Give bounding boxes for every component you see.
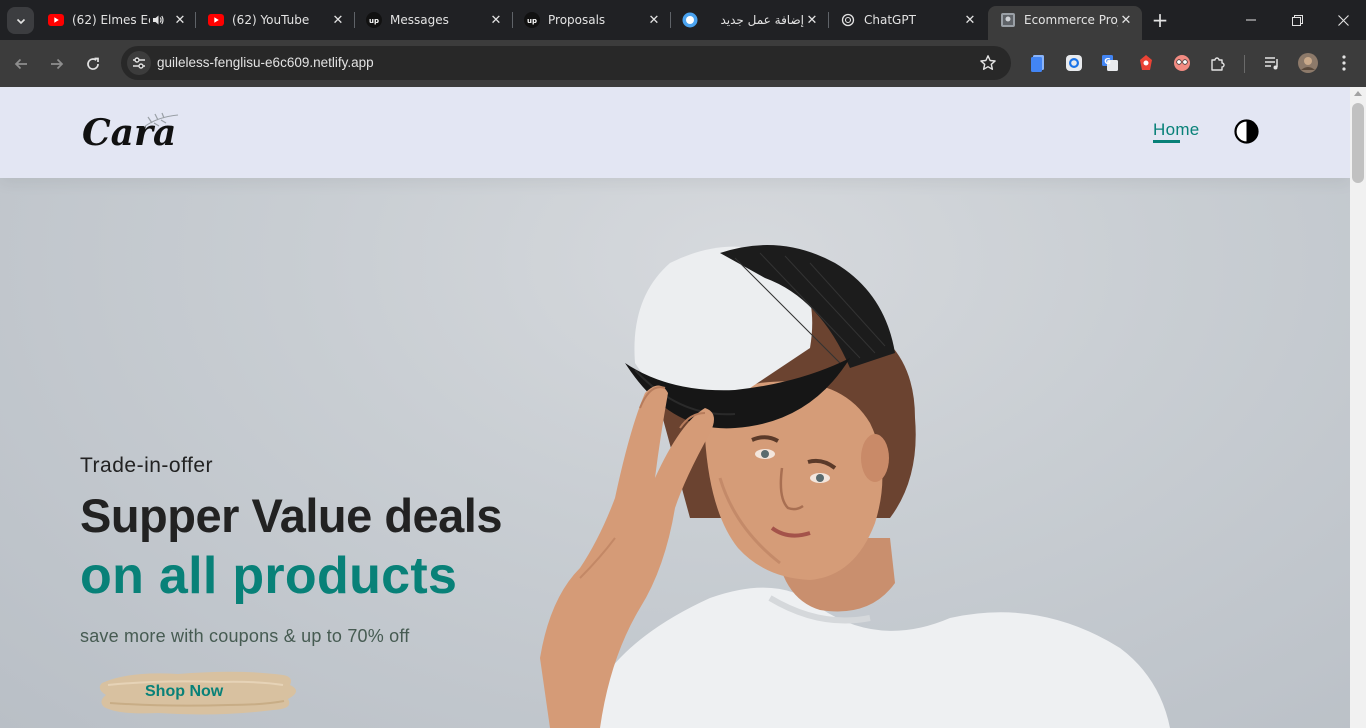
tab-ecommerce-active[interactable]: Ecommerce Proj ✕: [988, 6, 1142, 40]
shop-now-label: Shop Now: [145, 683, 224, 700]
forward-button[interactable]: [44, 51, 70, 77]
arrow-right-icon: [51, 58, 64, 70]
speaker-icon[interactable]: [150, 13, 166, 27]
url-text[interactable]: guileless-fenglisu-e6c609.netlify.app: [157, 46, 374, 80]
tab-search-button[interactable]: [7, 7, 34, 34]
scroll-up-arrow-icon[interactable]: [1354, 91, 1362, 96]
menu-kebab-icon[interactable]: [1334, 53, 1354, 73]
close-tab-icon[interactable]: ✕: [646, 12, 662, 28]
tab-youtube-elmes[interactable]: (62) Elmes Ec ✕: [36, 6, 196, 34]
tab-title: Messages: [390, 13, 449, 27]
restore-button[interactable]: [1274, 8, 1320, 32]
hero-eyebrow: Trade-in-offer: [80, 454, 214, 477]
extensions-puzzle-icon[interactable]: [1208, 53, 1228, 73]
tune-icon: [133, 57, 145, 69]
restore-icon: [1291, 14, 1303, 26]
arrow-left-icon: [14, 58, 27, 70]
extension-camera-icon[interactable]: [1064, 53, 1084, 73]
site-info-button[interactable]: [127, 51, 151, 75]
close-tab-icon[interactable]: ✕: [962, 12, 978, 28]
close-tab-icon[interactable]: ✕: [488, 12, 504, 28]
hero-model-image: [540, 245, 1170, 728]
chatgpt-icon: [840, 12, 856, 28]
svg-text:G: G: [1104, 57, 1111, 66]
youtube-icon: [208, 12, 224, 28]
tab-title: Ecommerce Proj: [1024, 13, 1118, 27]
extension-mask-icon[interactable]: [1172, 53, 1192, 73]
extension-translate-icon[interactable]: G: [1100, 53, 1120, 73]
new-tab-button[interactable]: +: [1150, 10, 1170, 30]
tab-title: (62) YouTube: [232, 13, 310, 27]
hero-headline-accent: on all products: [80, 547, 458, 605]
upwork-icon: up: [366, 12, 382, 28]
circle-icon: [682, 12, 698, 28]
svg-text:up: up: [527, 17, 537, 25]
close-tab-icon[interactable]: ✕: [1118, 12, 1134, 28]
nav-active-indicator: [1153, 140, 1180, 143]
svg-text:up: up: [369, 17, 379, 25]
profile-avatar[interactable]: [1298, 53, 1318, 73]
media-controls-icon[interactable]: [1262, 53, 1282, 73]
page-scrollbar[interactable]: [1350, 87, 1366, 728]
reload-icon: [87, 57, 99, 70]
tab-proposals[interactable]: up Proposals ✕: [512, 6, 670, 34]
close-tab-icon[interactable]: ✕: [330, 12, 346, 28]
tab-title: (62) Elmes Ec: [72, 13, 150, 27]
theme-toggle-icon[interactable]: [1234, 119, 1259, 144]
bookmark-star-icon[interactable]: [979, 54, 997, 72]
chevron-down-icon: [16, 18, 25, 24]
toolbar-divider: [1244, 55, 1245, 73]
minimize-button[interactable]: [1228, 8, 1274, 32]
page-viewport: Cara Home Trade-in-offer Supper Value de…: [0, 87, 1350, 728]
nav-home-link[interactable]: Home: [1153, 120, 1200, 140]
hero-section: Trade-in-offer Supper Value deals on all…: [0, 178, 1350, 728]
scroll-thumb[interactable]: [1352, 103, 1364, 183]
close-tab-icon[interactable]: ✕: [172, 12, 188, 28]
tab-youtube[interactable]: (62) YouTube ✕: [196, 6, 354, 34]
youtube-icon: [48, 12, 64, 28]
back-button[interactable]: [8, 51, 34, 77]
close-window-button[interactable]: [1320, 8, 1366, 32]
tab-add-work[interactable]: إضافة عمل جديد ✕: [670, 6, 828, 34]
tab-title: ChatGPT: [864, 13, 916, 27]
page-icon: [1000, 12, 1016, 28]
cara-logo[interactable]: Cara: [82, 105, 182, 161]
site-header: Cara Home: [0, 87, 1350, 178]
tab-strip: (62) Elmes Ec ✕ (62) YouTube ✕ up Messag…: [0, 0, 1366, 40]
reload-button[interactable]: [80, 51, 106, 77]
hero-headline: Supper Value deals: [80, 489, 503, 542]
upwork-icon: up: [524, 12, 540, 28]
address-bar[interactable]: guileless-fenglisu-e6c609.netlify.app: [121, 46, 1011, 80]
tab-chatgpt[interactable]: ChatGPT ✕: [828, 6, 986, 34]
tab-messages[interactable]: up Messages ✕: [354, 6, 512, 34]
tab-title: Proposals: [548, 13, 606, 27]
minimize-icon: [1246, 19, 1256, 21]
close-icon: [1337, 14, 1349, 26]
shop-now-button[interactable]: Shop Now: [98, 665, 308, 721]
extension-red-icon[interactable]: [1136, 53, 1156, 73]
hero-subtitle: save more with coupons & up to 70% off: [80, 626, 410, 646]
extension-docs-icon[interactable]: [1028, 53, 1048, 73]
browser-toolbar: guileless-fenglisu-e6c609.netlify.app G: [0, 40, 1366, 87]
tab-title: إضافة عمل جديد: [720, 13, 804, 27]
close-tab-icon[interactable]: ✕: [804, 12, 820, 28]
